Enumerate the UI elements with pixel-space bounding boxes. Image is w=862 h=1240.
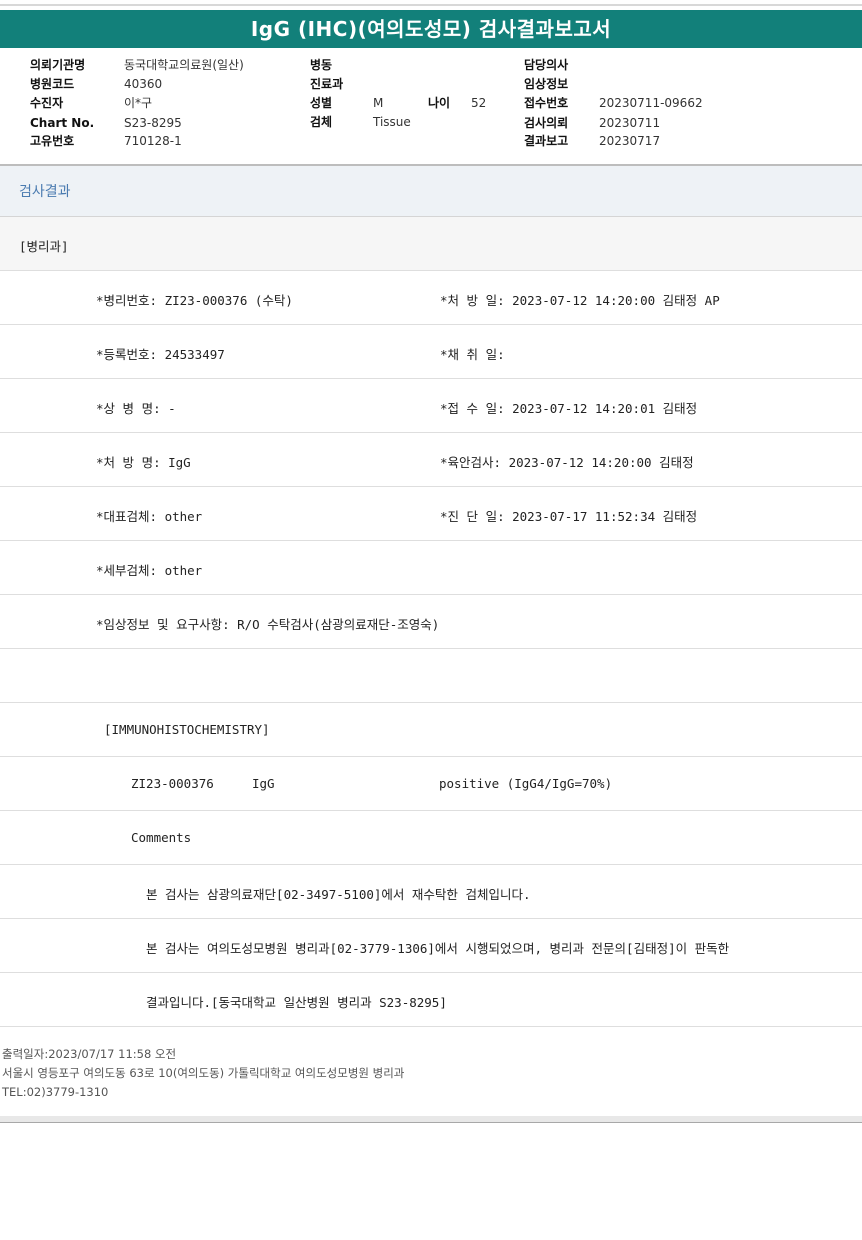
ihc-result-row: ZI23-000376 IgG positive (IgG4/IgG=70%) <box>0 757 862 811</box>
bottom-divider <box>0 1116 862 1123</box>
receipt-no-value: 20230711-09662 <box>599 96 703 110</box>
chart-no-value: S23-8295 <box>124 116 182 130</box>
unique-no-label: 고유번호 <box>30 134 75 148</box>
gross-exam-date: *육안검사: 2023-07-12 14:20:00 김태정 <box>440 455 694 470</box>
results-section-title: 검사결과 <box>19 184 71 200</box>
unique-no-value: 710128-1 <box>124 134 182 148</box>
result-line: *처 방 명: IgG *육안검사: 2023-07-12 14:20:00 김… <box>0 433 862 487</box>
result-line: *대표검체: other *진 단 일: 2023-07-17 11:52:34… <box>0 487 862 541</box>
blank-line <box>0 649 862 703</box>
top-divider <box>0 4 862 6</box>
result-line: *등록번호: 24533497 *채 취 일: <box>0 325 862 379</box>
doctor-label: 담당의사 <box>524 58 569 72</box>
report-date-value: 20230717 <box>599 134 661 148</box>
telephone: TEL:02)3779-1310 <box>2 1085 109 1099</box>
prescription-date: *처 방 일: 2023-07-12 14:20:00 김태정 AP <box>440 293 720 308</box>
patient-value: 이*구 <box>124 96 153 110</box>
result-line: *병리번호: ZI23-000376 (수탁) *처 방 일: 2023-07-… <box>0 271 862 325</box>
clinical-request: *임상정보 및 요구사항: R/O 수탁검사(삼광의료재단-조영숙) <box>96 617 440 632</box>
chart-no-label: Chart No. <box>30 116 95 130</box>
comment-line: 본 검사는 여의도성모병원 병리과[02-3779-1306]에서 시행되었으며… <box>0 919 862 973</box>
representative-specimen: *대표검체: other <box>96 509 203 524</box>
comments-label-row: Comments <box>0 811 862 865</box>
request-date-label: 검사의뢰 <box>524 116 569 130</box>
comment-line: 결과입니다.[동국대학교 일산병원 병리과 S23-8295] <box>0 973 862 1027</box>
comment-text: 결과입니다.[동국대학교 일산병원 병리과 S23-8295] <box>146 995 447 1010</box>
pathology-no: *병리번호: ZI23-000376 (수탁) <box>96 293 293 308</box>
ihc-result: positive (IgG4/IgG=70%) <box>439 776 613 791</box>
result-line: *임상정보 및 요구사항: R/O 수탁검사(삼광의료재단-조영숙) <box>0 595 862 649</box>
specimen-value: Tissue <box>373 115 411 129</box>
diagnosis-date: *진 단 일: 2023-07-17 11:52:34 김태정 <box>440 509 698 524</box>
results-section-header: 검사결과 <box>0 166 862 217</box>
receipt-no-label: 접수번호 <box>524 96 569 110</box>
comments-label: Comments <box>131 830 192 845</box>
ihc-heading-row: [IMMUNOHISTOCHEMISTRY] <box>0 703 862 757</box>
collection-date: *채 취 일: <box>440 347 505 362</box>
ihc-stain: IgG <box>252 776 275 791</box>
prescription-name: *처 방 명: IgG <box>96 455 191 470</box>
department-tag: [병리과] <box>19 239 69 254</box>
institution-label: 의뢰기관명 <box>30 58 86 72</box>
print-date: 출력일자:2023/07/17 11:58 오전 <box>2 1047 177 1061</box>
request-date-value: 20230711 <box>599 116 661 130</box>
comment-text: 본 검사는 삼광의료재단[02-3497-5100]에서 재수탁한 검체입니다. <box>146 887 531 902</box>
registration-no: *등록번호: 24533497 <box>96 347 225 362</box>
ihc-specimen-id: ZI23-000376 <box>131 776 214 791</box>
clinical-info-label: 임상정보 <box>524 77 569 91</box>
comment-text: 본 검사는 여의도성모병원 병리과[02-3779-1306]에서 시행되었으며… <box>146 941 730 956</box>
ward-label: 병동 <box>310 58 333 72</box>
detailed-specimen: *세부검체: other <box>96 563 203 578</box>
department-label: 진료과 <box>310 77 344 91</box>
age-value: 52 <box>471 96 487 110</box>
department-row: [병리과] <box>0 217 862 271</box>
patient-label: 수진자 <box>30 96 64 110</box>
report-title: IgG (IHC)(여의도성모) 검사결과보고서 <box>0 10 862 48</box>
age-label: 나이 <box>428 96 451 110</box>
result-line: *상 병 명: - *접 수 일: 2023-07-12 14:20:01 김태… <box>0 379 862 433</box>
hospital-code-label: 병원코드 <box>30 77 75 91</box>
hospital-code-value: 40360 <box>124 77 163 91</box>
address: 서울시 영등포구 여의도동 63로 10(여의도동) 가톨릭대학교 여의도성모병… <box>2 1066 405 1080</box>
ihc-heading: [IMMUNOHISTOCHEMISTRY] <box>104 722 270 737</box>
specimen-label: 검체 <box>310 115 333 129</box>
comment-line: 본 검사는 삼광의료재단[02-3497-5100]에서 재수탁한 검체입니다. <box>0 865 862 919</box>
report-date-label: 결과보고 <box>524 134 569 148</box>
sex-label: 성별 <box>310 96 333 110</box>
sex-value: M <box>373 96 384 110</box>
diagnosis-name: *상 병 명: - <box>96 401 176 416</box>
result-line: *세부검체: other <box>0 541 862 595</box>
institution-value: 동국대학교의료원(일산) <box>124 58 244 72</box>
receipt-date: *접 수 일: 2023-07-12 14:20:01 김태정 <box>440 401 698 416</box>
